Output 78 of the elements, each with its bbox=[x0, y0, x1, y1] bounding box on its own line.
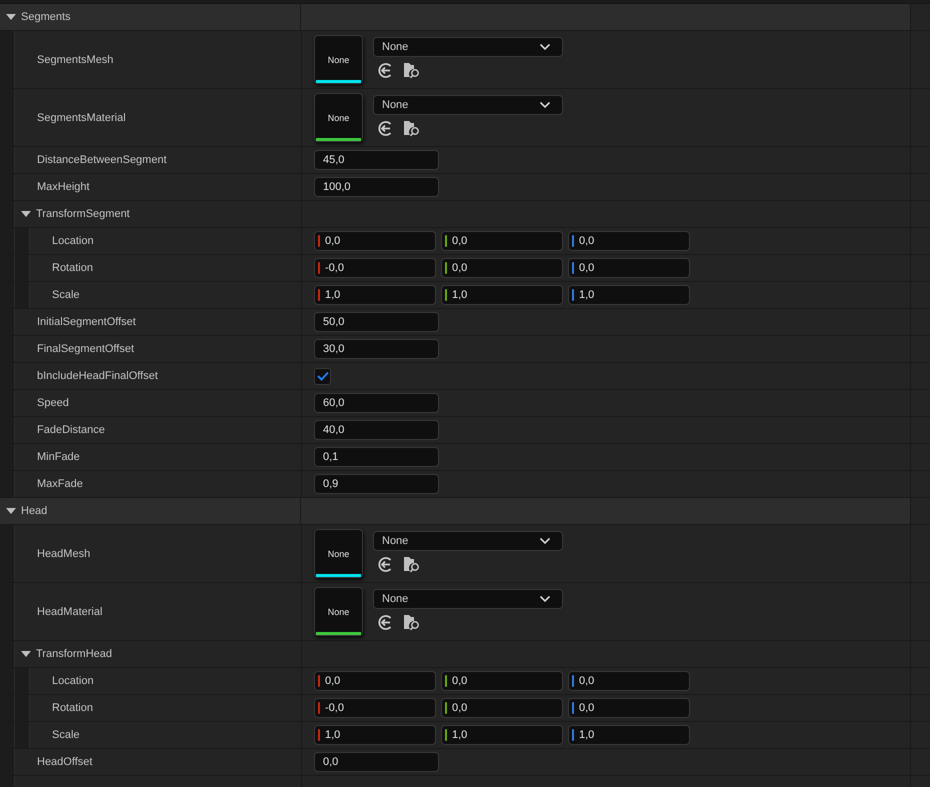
number-field[interactable]: 0,0 bbox=[314, 671, 436, 691]
number-field[interactable]: 1,0 bbox=[314, 725, 436, 745]
asset-dropdown[interactable]: None bbox=[373, 531, 563, 551]
number-field[interactable]: 0,0 bbox=[314, 231, 436, 251]
browse-icon[interactable] bbox=[403, 556, 421, 573]
number-field[interactable]: 0,9 bbox=[314, 474, 439, 494]
browse-icon[interactable] bbox=[403, 120, 421, 137]
number-field[interactable]: -0,0 bbox=[314, 258, 436, 278]
browse-icon[interactable] bbox=[403, 62, 421, 79]
number-field[interactable]: 1,0 bbox=[441, 725, 563, 745]
number-field[interactable]: 1,0 bbox=[314, 285, 436, 305]
property-label: MinFade bbox=[37, 451, 80, 463]
property-label: FinalSegmentOffset bbox=[37, 343, 134, 355]
number-field[interactable]: 0,0 bbox=[441, 231, 563, 251]
property-label: TransformSegment bbox=[36, 208, 130, 220]
property-label: Speed bbox=[37, 397, 69, 409]
number-field[interactable]: 0,0 bbox=[568, 671, 690, 691]
property-label: SegmentsMaterial bbox=[37, 112, 126, 124]
asset-dropdown[interactable]: None bbox=[373, 95, 563, 115]
use-selected-icon[interactable] bbox=[377, 62, 394, 79]
use-selected-icon[interactable] bbox=[377, 120, 394, 137]
browse-icon[interactable] bbox=[403, 614, 421, 631]
property-label: InitialSegmentOffset bbox=[37, 316, 136, 328]
asset-thumbnail[interactable]: None bbox=[314, 529, 363, 578]
asset-thumbnail[interactable]: None bbox=[314, 35, 363, 84]
category-title[interactable]: Segments bbox=[21, 11, 71, 23]
property-label: Scale bbox=[52, 289, 80, 301]
category-row[interactable]: Head bbox=[0, 498, 930, 525]
number-field[interactable]: 50,0 bbox=[314, 312, 439, 332]
property-label: Scale bbox=[52, 729, 80, 741]
property-label: bIncludeHeadFinalOffset bbox=[37, 370, 158, 382]
property-label: Rotation bbox=[52, 262, 93, 274]
property-label: TransformHead bbox=[36, 648, 112, 660]
property-label: Location bbox=[52, 675, 94, 687]
asset-thumbnail[interactable]: None bbox=[314, 587, 363, 636]
number-field[interactable]: 0,0 bbox=[441, 258, 563, 278]
expand-arrow-icon[interactable] bbox=[6, 14, 16, 20]
property-label: HeadMaterial bbox=[37, 606, 102, 618]
chevron-down-icon bbox=[539, 101, 551, 109]
category-title[interactable]: Head bbox=[21, 505, 48, 517]
property-label: Location bbox=[52, 235, 94, 247]
category-row[interactable]: Segments bbox=[0, 4, 930, 31]
number-field[interactable]: 0,1 bbox=[314, 447, 439, 467]
property-label: MaxFade bbox=[37, 478, 83, 490]
property-label: HeadOffset bbox=[37, 756, 92, 768]
number-field[interactable]: 0,0 bbox=[568, 698, 690, 718]
number-field[interactable]: 0,0 bbox=[568, 231, 690, 251]
number-field[interactable]: 0,0 bbox=[314, 752, 439, 772]
property-label: DistanceBetweenSegment bbox=[37, 154, 167, 166]
number-field[interactable]: 30,0 bbox=[314, 339, 439, 359]
chevron-down-icon bbox=[539, 43, 551, 51]
property-label: SegmentsMesh bbox=[37, 54, 114, 66]
expand-arrow-icon[interactable] bbox=[21, 211, 31, 217]
number-field[interactable]: 100,0 bbox=[314, 177, 439, 197]
asset-thumbnail[interactable]: None bbox=[314, 93, 363, 142]
expand-arrow-icon[interactable] bbox=[6, 508, 16, 514]
number-field[interactable]: 0,0 bbox=[441, 698, 563, 718]
number-field[interactable]: 1,0 bbox=[568, 285, 690, 305]
property-label: HeadMesh bbox=[37, 548, 90, 560]
number-field[interactable]: 0,0 bbox=[441, 671, 563, 691]
use-selected-icon[interactable] bbox=[377, 556, 394, 573]
asset-dropdown[interactable]: None bbox=[373, 37, 563, 57]
checkbox[interactable] bbox=[314, 368, 331, 384]
expand-arrow-icon[interactable] bbox=[21, 651, 31, 657]
number-field[interactable]: 40,0 bbox=[314, 420, 439, 440]
number-field[interactable]: 45,0 bbox=[314, 150, 439, 170]
number-field[interactable]: 0,0 bbox=[568, 258, 690, 278]
number-field[interactable]: 1,0 bbox=[568, 725, 690, 745]
property-label: MaxHeight bbox=[37, 181, 90, 193]
chevron-down-icon bbox=[539, 537, 551, 545]
asset-dropdown[interactable]: None bbox=[373, 589, 563, 609]
chevron-down-icon bbox=[539, 595, 551, 603]
property-label: FadeDistance bbox=[37, 424, 105, 436]
number-field[interactable]: -0,0 bbox=[314, 698, 436, 718]
number-field[interactable]: 1,0 bbox=[441, 285, 563, 305]
number-field[interactable]: 60,0 bbox=[314, 393, 439, 413]
use-selected-icon[interactable] bbox=[377, 614, 394, 631]
property-label: Rotation bbox=[52, 702, 93, 714]
